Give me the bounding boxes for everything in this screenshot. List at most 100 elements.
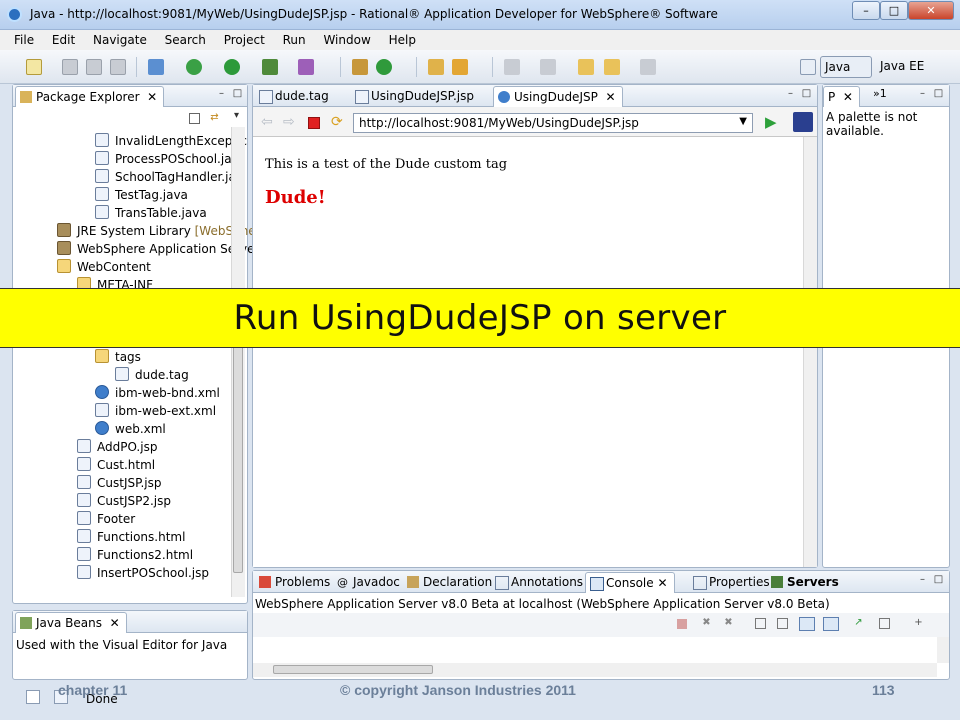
maximize-view-icon[interactable]: □ [801,89,812,100]
last-edit-icon[interactable] [578,59,594,75]
pin-console-icon[interactable]: ↗ [853,618,864,629]
scroll-lock-icon[interactable] [777,618,788,629]
tree-item[interactable]: AddPO.jsp [77,439,157,457]
remove-all-icon[interactable]: ✖ [723,618,734,629]
menu-window[interactable]: Window [323,30,370,47]
tab-package-explorer[interactable]: Package Explorer ✕ [15,86,165,107]
url-field[interactable]: http://localhost:9081/MyWeb/UsingDudeJSP… [353,113,753,133]
menu-run[interactable]: Run [283,30,306,47]
tab-console[interactable]: Console ✕ [585,572,675,593]
tab-properties[interactable]: Properties [689,572,776,593]
menu-edit[interactable]: Edit [52,30,75,47]
menu-project[interactable]: Project [224,30,265,47]
tree-item[interactable]: SchoolTagHandler.jav [95,169,243,187]
minimize-view-icon[interactable]: – [785,89,796,100]
previous-annotation-icon[interactable] [540,59,556,75]
perspective-java-ee[interactable]: Java EE [876,56,946,78]
tree-item[interactable]: web.xml [95,421,166,439]
maximize-button[interactable]: □ [880,1,908,20]
fast-view-icon[interactable] [26,690,40,704]
tree-item[interactable]: ibm-web-bnd.xml [95,385,220,403]
overflow-tabs[interactable]: »1 [873,87,887,100]
minimize-view-icon[interactable]: – [216,89,227,100]
editor-scrollbar[interactable] [803,137,817,567]
browser-forward-icon[interactable]: ⇨ [283,114,295,130]
package-explorer-scroll-thumb[interactable] [233,333,243,573]
menu-file[interactable]: File [14,30,34,47]
maximize-view-icon[interactable]: □ [933,89,944,100]
view-menu-icon[interactable]: ▾ [231,111,242,122]
back-icon[interactable] [604,59,620,75]
tree-item[interactable]: WebSphere Application Serve [57,241,255,259]
tree-item[interactable]: Cust.html [77,457,155,475]
console-vertical-scrollbar[interactable] [937,637,949,663]
menu-search[interactable]: Search [165,30,206,47]
tree-item[interactable]: JRE System Library [WebSphe [57,223,256,241]
run-icon[interactable] [224,59,240,75]
url-dropdown-icon[interactable]: ▼ [739,116,747,127]
tree-item[interactable]: CustJSP2.jsp [77,493,171,511]
browser-refresh-icon[interactable]: ⟳ [331,114,343,130]
console-horizontal-scrollbar[interactable] [253,663,937,677]
save-icon[interactable] [62,59,78,75]
tree-item[interactable]: WebContent [57,259,151,277]
terminate-icon[interactable] [677,619,687,629]
browser-back-icon[interactable]: ⇦ [261,114,273,130]
profile-icon[interactable] [298,59,314,75]
tab-usingdudejsp-browser[interactable]: UsingDudeJSP ✕ [493,86,623,107]
next-annotation-icon[interactable] [504,59,520,75]
open-perspective-icon[interactable] [800,59,816,75]
browser-go-icon[interactable]: ▶ [765,113,777,131]
tree-item[interactable]: ibm-web-ext.xml [95,403,216,421]
close-tab-icon[interactable]: ✕ [106,616,120,630]
tab-java-beans[interactable]: Java Beans ✕ [15,612,127,633]
save-all-icon[interactable] [86,59,102,75]
forward-icon[interactable] [640,59,656,75]
link-with-editor-icon[interactable]: ⇄ [209,113,220,124]
search-icon[interactable] [452,59,468,75]
new-class-icon[interactable] [376,59,392,75]
tree-item[interactable]: ProcessPOSchool.java [95,151,246,169]
close-button[interactable]: ✕ [908,1,954,20]
menu-navigate[interactable]: Navigate [93,30,147,47]
tree-item[interactable]: TransTable.java [95,205,207,223]
minimize-button[interactable]: – [852,1,880,20]
remove-launch-icon[interactable]: ✖ [701,618,712,629]
tab-problems[interactable]: Problems [255,572,336,593]
close-tab-icon[interactable]: ✕ [602,90,615,104]
menu-help[interactable]: Help [389,30,416,47]
tree-item[interactable]: Functions2.html [77,547,193,565]
open-console-icon[interactable]: + [913,618,924,629]
tree-item[interactable]: tags [95,349,141,367]
open-type-icon[interactable] [428,59,444,75]
print-icon[interactable] [110,59,126,75]
show-on-error-icon[interactable] [823,617,839,631]
tab-declaration[interactable]: Declaration [403,572,498,593]
tree-item[interactable]: InsertPOSchool.jsp [77,565,209,583]
close-tab-icon[interactable]: ✕ [839,90,853,104]
minimize-view-icon[interactable]: – [917,575,928,586]
new-icon[interactable] [26,59,42,75]
close-tab-icon[interactable]: ✕ [143,90,157,104]
tab-dude-tag[interactable]: dude.tag [255,86,335,107]
tree-item[interactable]: Functions.html [77,529,185,547]
tree-item[interactable]: CustJSP.jsp [77,475,161,493]
new-package-icon[interactable] [352,59,368,75]
clear-console-icon[interactable] [755,618,766,629]
browser-stop-icon[interactable] [308,117,320,129]
server-icon[interactable] [148,59,164,75]
tab-usingdudejsp-jsp[interactable]: UsingDudeJSP.jsp [351,86,480,107]
console-scroll-thumb[interactable] [273,665,433,674]
tab-annotations[interactable]: Annotations [491,572,589,593]
minimize-view-icon[interactable]: – [917,89,928,100]
tree-item[interactable]: TestTag.java [95,187,188,205]
console-output[interactable] [253,637,937,663]
display-console-icon[interactable] [879,618,890,629]
maximize-view-icon[interactable]: □ [232,89,243,100]
run-external-icon[interactable] [262,59,278,75]
show-on-output-icon[interactable] [799,617,815,631]
perspective-java[interactable]: Java [820,56,872,78]
maximize-view-icon[interactable]: □ [933,575,944,586]
tab-servers[interactable]: Servers [767,572,845,593]
tab-javadoc[interactable]: @ Javadoc [333,572,406,593]
